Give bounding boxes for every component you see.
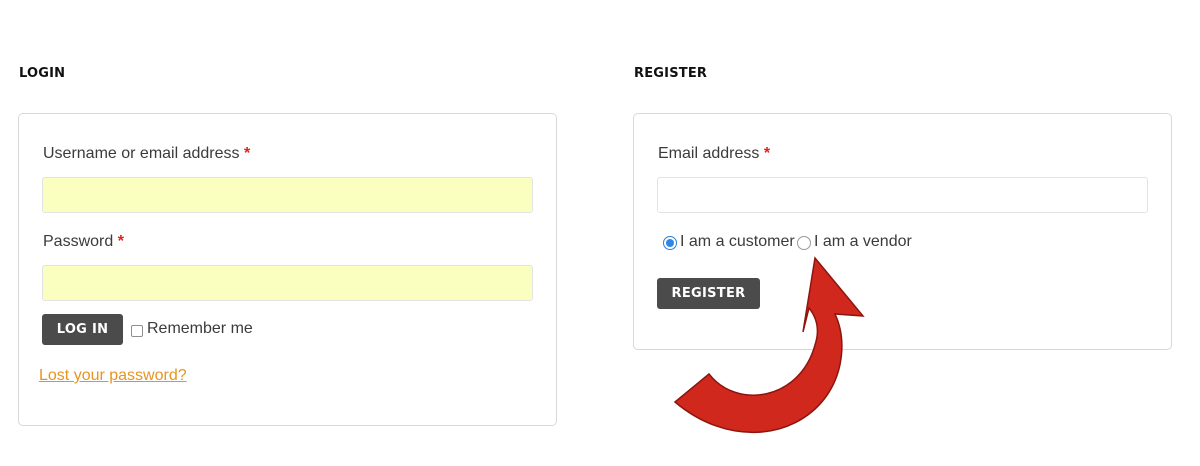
password-input[interactable] (42, 265, 533, 301)
username-label: Username or email address * (43, 145, 250, 163)
curved-arrow-shape (673, 256, 865, 433)
password-label: Password * (43, 233, 124, 251)
password-label-text: Password (43, 233, 114, 250)
lost-password-link[interactable]: Lost your password? (39, 367, 187, 385)
vendor-radio[interactable] (797, 236, 811, 250)
username-label-text: Username or email address (43, 145, 240, 162)
register-heading: REGISTER (634, 66, 708, 81)
customer-radio[interactable] (663, 236, 677, 250)
required-asterisk: * (763, 145, 771, 162)
remember-me-label: Remember me (147, 320, 253, 337)
email-input[interactable] (657, 177, 1148, 213)
required-asterisk: * (243, 145, 251, 162)
vendor-radio-label: I am a vendor (814, 233, 912, 250)
required-asterisk: * (117, 233, 124, 250)
customer-radio-label: I am a customer (680, 233, 795, 250)
remember-me-checkbox[interactable] (131, 325, 143, 337)
username-input[interactable] (42, 177, 533, 213)
login-button[interactable]: LOG IN (42, 314, 123, 345)
email-label-text: Email address (658, 145, 760, 162)
email-label: Email address * (658, 145, 770, 163)
curved-arrow-icon (673, 256, 865, 433)
login-heading: LOGIN (19, 66, 66, 81)
